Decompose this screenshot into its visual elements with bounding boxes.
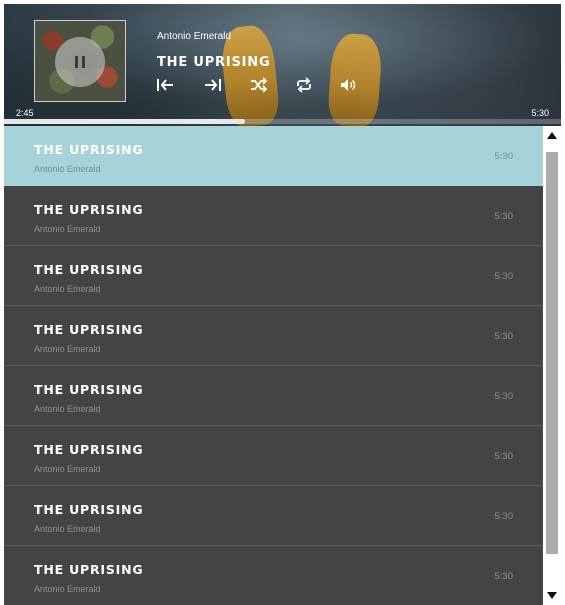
now-playing-header: Antonio Emerald THE UPRISING 2:45 5:30 — [4, 4, 561, 126]
progress-fill — [4, 119, 246, 124]
shuffle-icon — [251, 77, 268, 93]
music-player: Antonio Emerald THE UPRISING 2:45 5:30 T… — [4, 4, 561, 605]
progress-bar[interactable] — [4, 119, 561, 124]
track-artist: Antonio Emerald — [34, 164, 101, 174]
playlist-item[interactable]: THE UPRISING Antonio Emerald 5:30 — [4, 366, 543, 426]
playlist-item[interactable]: THE UPRISING Antonio Emerald 5:30 — [4, 186, 543, 246]
track-title: THE UPRISING — [34, 562, 144, 577]
track-artist: Antonio Emerald — [34, 524, 101, 534]
scroll-up-arrow-icon[interactable] — [547, 132, 557, 139]
track-duration: 5:30 — [494, 511, 514, 522]
track-duration: 5:30 — [494, 391, 514, 402]
playlist-item[interactable]: THE UPRISING Antonio Emerald 5:30 — [4, 426, 543, 486]
next-icon — [205, 79, 221, 91]
track-title: THE UPRISING — [34, 442, 144, 457]
track-duration: 5:30 — [494, 451, 514, 462]
volume-icon — [341, 79, 356, 91]
playlist-item[interactable]: THE UPRISING Antonio Emerald 5:30 — [4, 126, 543, 186]
now-playing-artist: Antonio Emerald — [157, 31, 231, 42]
previous-button[interactable] — [155, 76, 175, 94]
track-artist: Antonio Emerald — [34, 404, 101, 414]
track-artist: Antonio Emerald — [34, 344, 101, 354]
next-button[interactable] — [203, 76, 223, 94]
pause-icon — [75, 56, 85, 68]
playlist: THE UPRISING Antonio Emerald 5:30 THE UPRIS… — [4, 126, 543, 605]
track-artist: Antonio Emerald — [34, 284, 101, 294]
previous-icon — [157, 79, 173, 91]
repeat-icon — [297, 77, 311, 93]
playlist-item[interactable]: THE UPRISING Antonio Emerald 5:30 — [4, 546, 543, 605]
track-duration: 5:30 — [494, 211, 514, 222]
track-title: THE UPRISING — [34, 142, 144, 157]
track-title: THE UPRISING — [34, 502, 144, 517]
volume-button[interactable] — [339, 76, 359, 94]
repeat-button[interactable] — [294, 76, 314, 94]
track-duration: 5:30 — [494, 571, 514, 582]
track-artist: Antonio Emerald — [34, 224, 101, 234]
track-duration: 5:30 — [494, 151, 514, 162]
play-pause-button[interactable] — [55, 37, 105, 87]
elapsed-time: 2:45 — [16, 108, 34, 118]
scroll-thumb[interactable] — [546, 152, 558, 554]
track-duration: 5:30 — [494, 331, 514, 342]
scrollbar[interactable] — [543, 126, 561, 605]
track-artist: Antonio Emerald — [34, 584, 101, 594]
scroll-down-arrow-icon[interactable] — [547, 592, 557, 599]
shuffle-button[interactable] — [249, 76, 269, 94]
track-title: THE UPRISING — [34, 262, 144, 277]
playlist-item[interactable]: THE UPRISING Antonio Emerald 5:30 — [4, 306, 543, 366]
track-title: THE UPRISING — [34, 382, 144, 397]
track-title: THE UPRISING — [34, 322, 144, 337]
album-art[interactable] — [34, 20, 126, 102]
now-playing-title: THE UPRISING — [157, 55, 271, 70]
playlist-item[interactable]: THE UPRISING Antonio Emerald 5:30 — [4, 246, 543, 306]
playlist-item[interactable]: THE UPRISING Antonio Emerald 5:30 — [4, 486, 543, 546]
track-artist: Antonio Emerald — [34, 464, 101, 474]
total-duration: 5:30 — [531, 108, 549, 118]
track-title: THE UPRISING — [34, 202, 144, 217]
track-duration: 5:30 — [494, 271, 514, 282]
